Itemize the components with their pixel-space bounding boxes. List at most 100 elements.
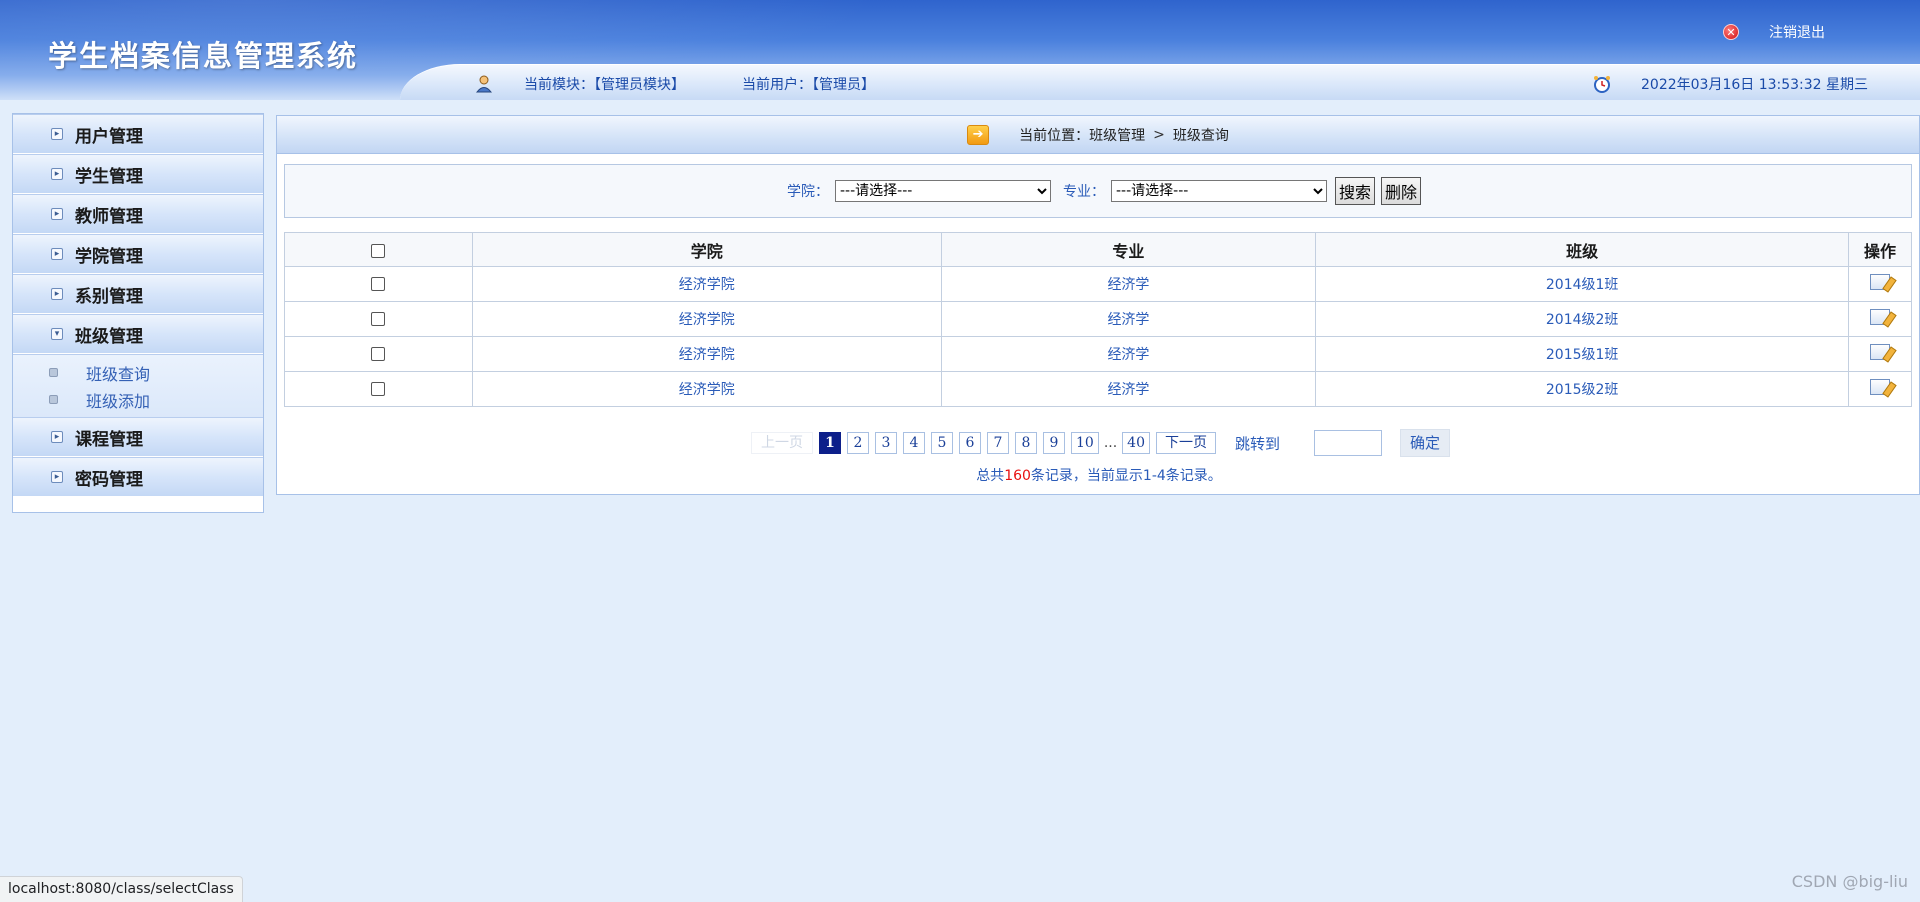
user-icon xyxy=(475,75,493,93)
sidebar-item-students[interactable]: ▸ 学生管理 xyxy=(13,154,263,194)
class-table: 学院 专业 班级 操作 经济学院 经济学 2014级1班 经济学院 经济学 20… xyxy=(284,232,1913,407)
row-checkbox[interactable] xyxy=(371,382,386,396)
page-button-10[interactable]: 10 xyxy=(1070,432,1099,454)
page-button-7[interactable]: 7 xyxy=(986,432,1009,454)
col-header-major: 专业 xyxy=(940,232,1317,267)
cell-college: 经济学院 xyxy=(471,371,942,407)
table-row: 经济学院 经济学 2015级1班 xyxy=(284,336,1913,372)
row-select-cell xyxy=(284,336,473,372)
cell-class: 2015级2班 xyxy=(1315,371,1849,407)
arrow-right-icon: ➔ xyxy=(967,124,990,145)
jump-label: 跳转到 xyxy=(1235,434,1281,453)
clock-icon xyxy=(1594,76,1610,93)
current-module: 当前模块：【管理员模块】 xyxy=(524,77,685,93)
breadcrumb-current: 班级查询 xyxy=(1172,127,1229,144)
close-icon: ✕ xyxy=(1723,24,1739,40)
edit-icon[interactable] xyxy=(1869,344,1890,360)
page-button-3[interactable]: 3 xyxy=(874,432,897,454)
college-select[interactable]: ---请选择--- xyxy=(834,180,1051,202)
summary-suffix: 条记录，当前显示1-4条记录。 xyxy=(1030,468,1222,484)
delete-button[interactable]: 删除 xyxy=(1381,177,1422,205)
col-header-class: 班级 xyxy=(1315,232,1849,267)
sidebar-item-courses[interactable]: ▸ 课程管理 xyxy=(13,417,263,457)
row-select-cell xyxy=(284,301,473,337)
page-button-2[interactable]: 2 xyxy=(846,432,869,454)
watermark: CSDN @big-liu xyxy=(1791,872,1908,891)
cell-action xyxy=(1847,301,1913,337)
sidebar-item-label: 学生管理 xyxy=(75,166,143,187)
sidebar-subitem-class-add[interactable]: 班级添加 xyxy=(13,386,263,413)
sidebar-subitem-label: 班级添加 xyxy=(86,391,151,411)
sidebar-item-label: 密码管理 xyxy=(75,469,143,490)
page-button-9[interactable]: 9 xyxy=(1042,432,1065,454)
edit-icon[interactable] xyxy=(1869,309,1890,325)
page-button-1[interactable]: 1 xyxy=(818,432,841,454)
cell-college: 经济学院 xyxy=(471,266,942,302)
sidebar-subitem-label: 班级查询 xyxy=(86,364,151,384)
expand-icon: ▸ xyxy=(51,128,63,140)
page-button-6[interactable]: 6 xyxy=(958,432,981,454)
app-title: 学生档案信息管理系统 xyxy=(48,39,359,73)
sidebar-item-classes[interactable]: ▾ 班级管理 xyxy=(13,314,263,354)
row-checkbox[interactable] xyxy=(371,347,386,361)
sidebar-item-departments[interactable]: ▸ 系别管理 xyxy=(13,274,263,314)
select-all-checkbox[interactable] xyxy=(371,243,386,258)
bullet-icon xyxy=(49,368,58,377)
page-button-4[interactable]: 4 xyxy=(902,432,925,454)
page-ellipsis: ... xyxy=(1103,435,1118,451)
col-header-college: 学院 xyxy=(471,232,942,267)
select-all-cell xyxy=(284,232,473,267)
table-header-row: 学院 专业 班级 操作 xyxy=(284,232,1913,267)
breadcrumb-separator: > xyxy=(1153,126,1165,143)
sidebar-item-label: 系别管理 xyxy=(75,286,143,307)
table-row: 经济学院 经济学 2014级1班 xyxy=(284,266,1913,302)
sidebar-item-teachers[interactable]: ▸ 教师管理 xyxy=(13,194,263,234)
expand-icon: ▸ xyxy=(51,431,63,443)
table-row: 经济学院 经济学 2015级2班 xyxy=(284,371,1913,407)
page-button-last[interactable]: 40 xyxy=(1122,432,1150,454)
jump-confirm-button[interactable]: 确定 xyxy=(1400,429,1451,457)
expand-icon: ▸ xyxy=(51,248,63,260)
cell-major: 经济学 xyxy=(940,371,1317,407)
page-button-5[interactable]: 5 xyxy=(930,432,953,454)
major-select[interactable]: ---请选择--- xyxy=(1110,180,1327,202)
row-checkbox[interactable] xyxy=(371,312,386,326)
sidebar-sublist-classes: 班级查询 班级添加 xyxy=(13,354,263,417)
sidebar-item-users[interactable]: ▸ 用户管理 xyxy=(13,114,263,154)
bullet-icon xyxy=(49,395,58,404)
sidebar-item-label: 用户管理 xyxy=(75,126,143,147)
row-select-cell xyxy=(284,371,473,407)
sidebar-item-password[interactable]: ▸ 密码管理 xyxy=(13,457,263,497)
jump-page-input[interactable] xyxy=(1314,430,1383,456)
expand-icon: ▸ xyxy=(51,208,63,220)
col-header-action: 操作 xyxy=(1847,232,1913,267)
row-checkbox[interactable] xyxy=(371,277,386,291)
main-panel: ➔ 当前位置：班级管理 > 班级查询 学院： ---请选择--- 专业： ---… xyxy=(276,115,1920,495)
logout-button[interactable]: ✕ 注销退出 xyxy=(1723,22,1825,42)
sidebar: ▸ 用户管理 ▸ 学生管理 ▸ 教师管理 ▸ 学院管理 ▸ 系别管理 ▾ 班级管… xyxy=(12,113,264,513)
cell-action xyxy=(1847,371,1913,407)
edit-icon[interactable] xyxy=(1869,379,1890,395)
sidebar-item-label: 教师管理 xyxy=(75,206,143,227)
sidebar-item-colleges[interactable]: ▸ 学院管理 xyxy=(13,234,263,274)
table-row: 经济学院 经济学 2014级2班 xyxy=(284,301,1913,337)
current-user: 当前用户：【管理员】 xyxy=(742,77,875,93)
cell-major: 经济学 xyxy=(940,266,1317,302)
prev-page-button[interactable]: 上一页 xyxy=(750,432,813,454)
college-label: 学院： xyxy=(786,184,829,200)
summary-total: 160 xyxy=(1004,468,1031,484)
filter-bar: 学院： ---请选择--- 专业： ---请选择--- 搜索 删除 xyxy=(284,164,1912,218)
page-button-8[interactable]: 8 xyxy=(1014,432,1037,454)
cell-action xyxy=(1847,336,1913,372)
next-page-button[interactable]: 下一页 xyxy=(1156,432,1216,454)
expand-icon: ▸ xyxy=(51,471,63,483)
cell-college: 经济学院 xyxy=(471,301,942,337)
summary-prefix: 总共 xyxy=(976,468,1005,484)
expand-icon: ▸ xyxy=(51,288,63,300)
sidebar-subitem-class-query[interactable]: 班级查询 xyxy=(13,359,263,386)
sidebar-item-label: 课程管理 xyxy=(75,429,143,450)
cell-major: 经济学 xyxy=(940,301,1317,337)
collapse-icon: ▾ xyxy=(51,328,63,340)
edit-icon[interactable] xyxy=(1869,274,1890,290)
search-button[interactable]: 搜索 xyxy=(1334,177,1375,205)
